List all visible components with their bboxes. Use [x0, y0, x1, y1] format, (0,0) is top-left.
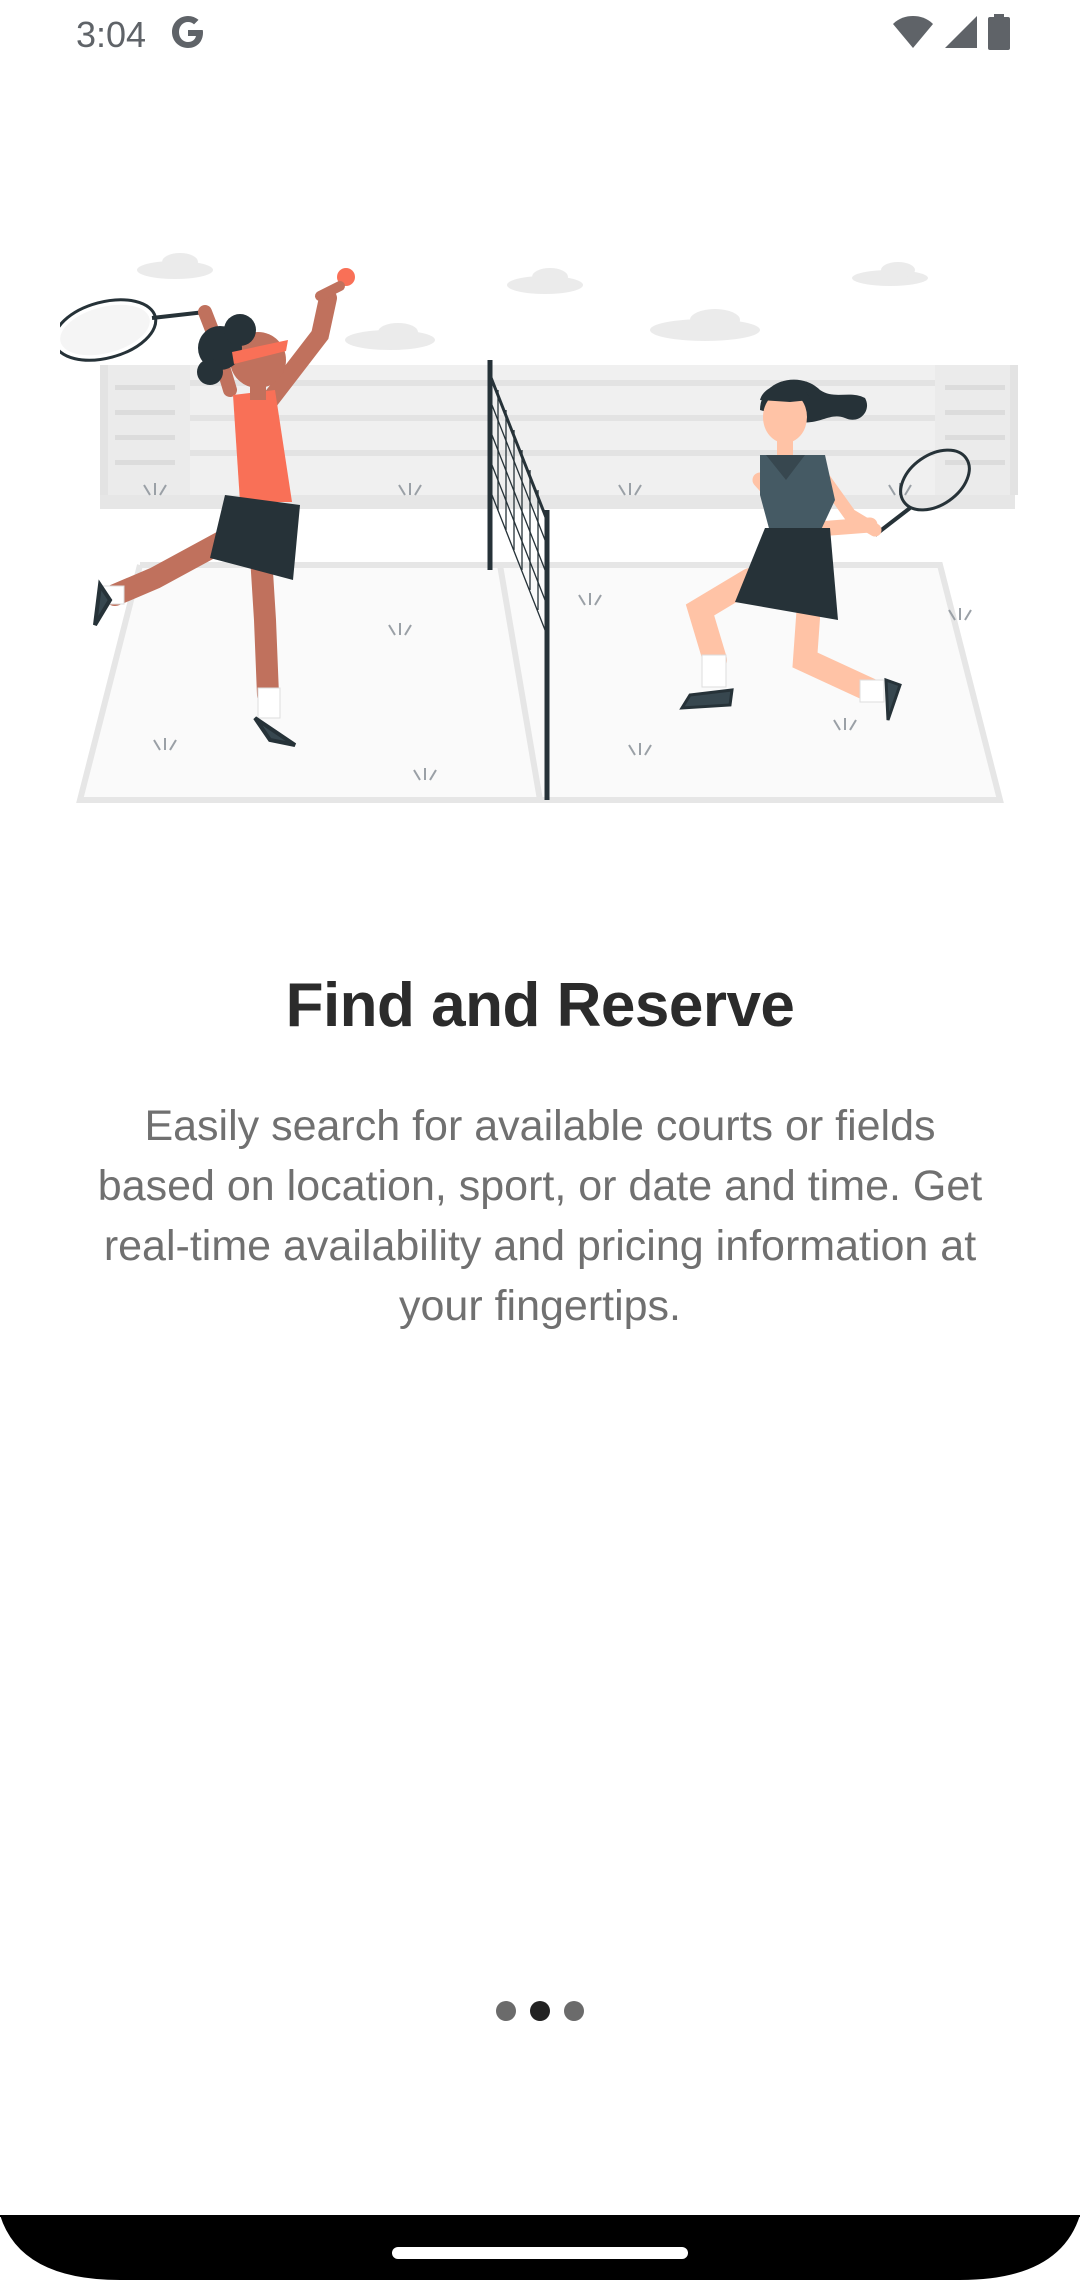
- onboarding-screen: 3:04 Find and Reserve Easily search for …: [0, 0, 1080, 2280]
- tennis-players-illustration: [60, 253, 1018, 803]
- page-dot-3[interactable]: [564, 2001, 584, 2021]
- battery-icon: [988, 14, 1010, 50]
- status-time: 3:04: [76, 14, 147, 55]
- page-indicator: [0, 2001, 1080, 2021]
- google-icon: [172, 16, 203, 48]
- onboarding-description: Easily search for available courts or fi…: [97, 1102, 983, 1330]
- page-dot-1[interactable]: [496, 2001, 516, 2021]
- status-icons: [892, 14, 1010, 50]
- page-dot-2-active[interactable]: [530, 2001, 550, 2021]
- wifi-icon: [893, 16, 933, 48]
- home-gesture-handle[interactable]: [392, 2247, 688, 2259]
- status-bar: 3:04: [0, 0, 1080, 72]
- cell-signal-icon: [945, 16, 977, 48]
- onboarding-title: Find and Reserve: [285, 971, 795, 1040]
